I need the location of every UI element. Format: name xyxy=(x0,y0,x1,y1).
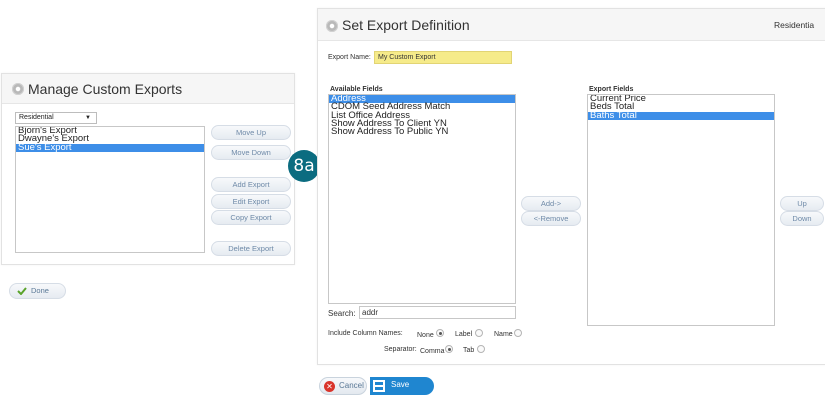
include-name-radio[interactable] xyxy=(514,329,522,337)
done-label: Done xyxy=(31,286,49,295)
chevron-down-icon: ▼ xyxy=(85,115,91,121)
export-name-label: Export Name: xyxy=(328,54,371,61)
separator-label: Separator: xyxy=(384,346,417,353)
page-title: Manage Custom Exports xyxy=(28,81,183,97)
search-value: addr xyxy=(362,308,379,317)
separator-tab-label: Tab xyxy=(463,347,475,354)
list-item[interactable]: Baths Total xyxy=(588,110,774,120)
delete-export-button[interactable]: Delete Export xyxy=(211,241,291,256)
add-field-button[interactable]: Add-> xyxy=(521,196,581,211)
select-value: Residential xyxy=(19,114,54,121)
include-name-label: Name xyxy=(494,331,513,338)
step-badge: 8a xyxy=(288,150,320,182)
panel-header: Set Export Definition Residentia xyxy=(318,9,825,41)
cancel-button[interactable]: ✕ Cancel xyxy=(319,377,367,395)
include-label-label: Label xyxy=(455,331,473,338)
move-down-button[interactable]: Move Down xyxy=(211,145,291,160)
export-name-input[interactable]: My Custom Export xyxy=(374,51,512,64)
search-label: Search: xyxy=(328,309,356,318)
separator-comma-label: Comma xyxy=(420,348,445,355)
include-column-names-label: Include Column Names: xyxy=(328,330,403,337)
copy-export-button[interactable]: Copy Export xyxy=(211,210,291,225)
separator-comma-radio[interactable] xyxy=(445,345,453,353)
edit-export-button[interactable]: Edit Export xyxy=(211,194,291,209)
move-field-up-button[interactable]: Up xyxy=(780,196,824,211)
save-icon xyxy=(373,380,385,392)
panel-header: Manage Custom Exports xyxy=(2,74,294,104)
done-button[interactable]: Done xyxy=(9,283,66,299)
list-item[interactable]: Show Address To Public YN xyxy=(329,127,515,137)
property-type-select[interactable]: Residential ▼ xyxy=(15,112,97,124)
property-type-label: Residentia xyxy=(774,20,815,30)
include-none-label: None xyxy=(417,332,434,339)
search-input[interactable]: addr xyxy=(359,306,516,319)
include-label-radio[interactable] xyxy=(475,329,483,337)
move-field-down-button[interactable]: Down xyxy=(780,211,824,226)
remove-field-button[interactable]: <-Remove xyxy=(521,211,581,226)
include-none-radio[interactable] xyxy=(436,329,444,337)
save-label: Save xyxy=(391,380,410,389)
set-export-definition-panel: Set Export Definition Residentia Export … xyxy=(317,8,825,365)
page-title: Set Export Definition xyxy=(342,17,470,33)
available-fields-list[interactable]: Address CDOM Seed Address Match List Off… xyxy=(328,94,516,304)
separator-tab-radio[interactable] xyxy=(477,345,485,353)
available-fields-header: Available Fields xyxy=(330,86,383,93)
move-up-button[interactable]: Move Up xyxy=(211,125,291,140)
gear-icon xyxy=(12,83,24,95)
gear-icon xyxy=(326,20,338,32)
cancel-label: Cancel xyxy=(339,381,364,390)
save-button[interactable]: Save xyxy=(370,377,434,395)
close-icon: ✕ xyxy=(324,381,335,392)
manage-custom-exports-panel: Manage Custom Exports Residential ▼ Bjor… xyxy=(1,73,295,265)
exports-list[interactable]: Bjorn's Export Dwayne's Export Sue's Exp… xyxy=(15,126,205,253)
add-export-button[interactable]: Add Export xyxy=(211,177,291,192)
export-name-value: My Custom Export xyxy=(378,54,436,61)
check-icon xyxy=(17,287,27,295)
export-fields-list[interactable]: Current Price Beds Total Baths Total xyxy=(587,94,775,326)
export-fields-header: Export Fields xyxy=(589,86,634,93)
list-item[interactable]: Sue's Export xyxy=(16,142,204,152)
